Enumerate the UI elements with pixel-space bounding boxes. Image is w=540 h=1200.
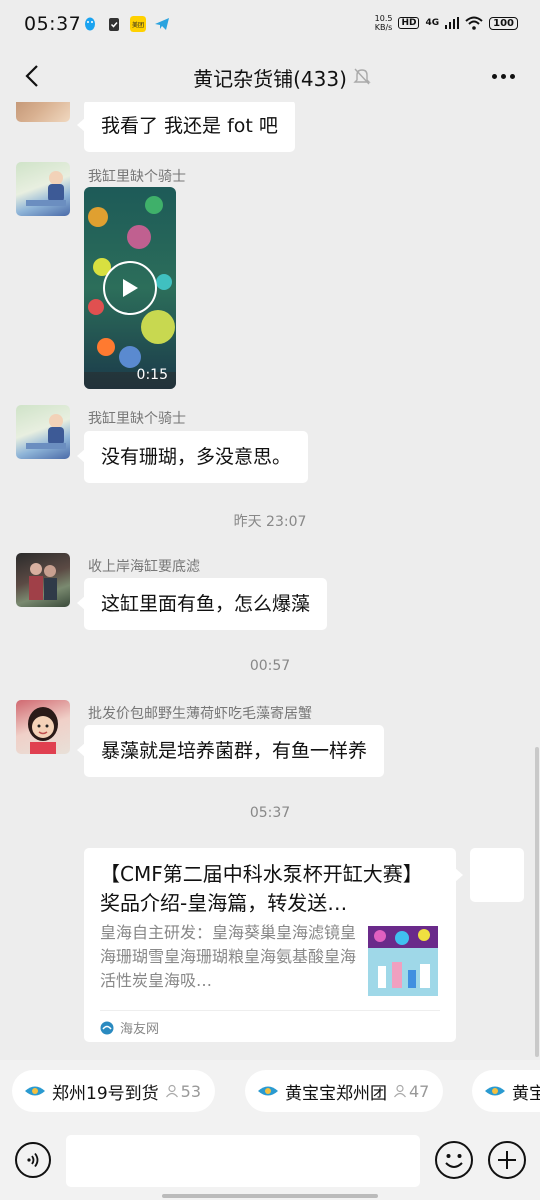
- emoji-button[interactable]: [435, 1141, 473, 1179]
- qq-icon: [85, 17, 95, 31]
- battery-level: 100: [489, 16, 518, 30]
- chat-title[interactable]: 黄记杂货铺(433): [0, 63, 540, 92]
- link-thumbnail: [368, 926, 438, 996]
- chip-member-count: 53: [165, 1082, 201, 1101]
- voice-icon: [27, 1152, 39, 1168]
- source-name: 海友网: [120, 1022, 160, 1037]
- avatar[interactable]: [16, 162, 70, 216]
- scrollbar[interactable]: [535, 747, 539, 1057]
- person-icon: [165, 1084, 178, 1098]
- source-logo-icon: [100, 1021, 114, 1034]
- message-bubble[interactable]: 这缸里面有鱼，怎么爆藻: [76, 578, 328, 630]
- divider: [100, 1010, 440, 1011]
- dot-icon: [500, 73, 506, 79]
- svg-text:美团: 美团: [132, 21, 144, 29]
- chip-member-count: 47: [393, 1082, 429, 1101]
- group-chip[interactable]: 郑州19号到货 53: [12, 1070, 215, 1112]
- message-bubble[interactable]: 我看了 我还是 fot 吧: [77, 102, 295, 152]
- eye-logo-icon: [25, 1086, 45, 1096]
- avatar[interactable]: [16, 700, 70, 754]
- home-indicator[interactable]: [162, 1194, 378, 1198]
- signal-icon: [445, 17, 460, 29]
- voice-button[interactable]: [15, 1142, 51, 1178]
- chat-header: 黄记杂货铺(433): [0, 50, 540, 102]
- link-title: 【CMF第二届中科水泵杯开缸大赛】奖品介绍-皇海篇，转发送…: [100, 862, 423, 915]
- status-bar: 05:37 美团 10.5 KB/s HD 4G 100: [0, 0, 540, 50]
- message-timestamp: 昨天 23:07: [233, 514, 307, 530]
- chip-label: 黄宝宝郑州团: [285, 1083, 387, 1104]
- my-avatar[interactable]: [470, 848, 524, 902]
- chip-label: 黄宝: [512, 1083, 540, 1104]
- more-options-button[interactable]: [488, 64, 518, 88]
- sender-name: 收上岸海缸要底滤: [88, 559, 200, 575]
- avatar[interactable]: [16, 405, 70, 459]
- smiley-icon: [445, 1154, 463, 1168]
- network-type: 4G: [425, 18, 440, 28]
- child-photo: [26, 414, 66, 449]
- sender-name: 批发价包邮野生薄荷虾吃毛藻寄居蟹: [88, 706, 312, 722]
- input-bar: [0, 1122, 540, 1200]
- dot-icon: [509, 73, 515, 79]
- avatar[interactable]: [16, 102, 70, 122]
- message-input[interactable]: [66, 1135, 420, 1187]
- play-icon: [123, 279, 138, 297]
- video-duration: 0:15: [136, 367, 168, 383]
- system-indicators: 10.5 KB/s HD 4G 100: [375, 14, 518, 32]
- message-timestamp: 00:57: [249, 658, 291, 674]
- couple-photo: [29, 563, 57, 600]
- more-actions-button[interactable]: [488, 1141, 526, 1179]
- sender-name: 我缸里缺个骑士: [88, 169, 186, 185]
- eye-logo-icon: [258, 1086, 278, 1096]
- speed-unit: KB/s: [374, 23, 393, 32]
- sender-name: 我缸里缺个骑士: [88, 411, 186, 427]
- child-photo: [26, 171, 66, 206]
- meituan-icon: 美团: [130, 16, 146, 32]
- wifi-icon: [465, 16, 483, 30]
- girl-photo: [28, 707, 58, 754]
- message-list[interactable]: 我看了 我还是 fot 吧 我缸里缺个骑士 0:15 我缸里缺个骑士 没有珊瑚，…: [0, 102, 540, 1060]
- speed-value: 10.5: [374, 14, 393, 23]
- group-chip[interactable]: 黄宝: [472, 1070, 540, 1112]
- group-chip[interactable]: 黄宝宝郑州团 47: [245, 1070, 444, 1112]
- mute-bell-icon: [353, 68, 371, 85]
- plus-icon: [498, 1151, 516, 1169]
- network-speed: 10.5 KB/s: [375, 14, 393, 32]
- play-button[interactable]: [103, 261, 157, 315]
- count-value: 53: [180, 1081, 201, 1101]
- message-timestamp: 05:37: [249, 805, 291, 821]
- clipboard-icon: [109, 18, 119, 31]
- link-card[interactable]: 【CMF第二届中科水泵杯开缸大赛】奖品介绍-皇海篇，转发送… 皇海自主研发：皇海…: [84, 848, 463, 1042]
- avatar[interactable]: [16, 553, 70, 607]
- chip-label: 郑州19号到货: [52, 1083, 159, 1104]
- link-description: 皇海自主研发：皇海葵巢皇海滤镜皇海珊瑚雪皇海珊瑚粮皇海氨基酸皇海活性炭皇海吸…: [100, 923, 357, 990]
- message-bubble[interactable]: 暴藻就是培养菌群，有鱼一样养: [76, 725, 385, 777]
- notification-icons: 美团: [82, 16, 170, 32]
- dot-icon: [491, 73, 497, 79]
- telegram-icon: [155, 18, 169, 30]
- status-time: 05:37: [24, 13, 82, 35]
- message-bubble[interactable]: 没有珊瑚，多没意思。: [76, 431, 309, 483]
- link-source: 海友网: [100, 1018, 159, 1037]
- person-icon: [394, 1084, 406, 1098]
- count-value: 47: [409, 1081, 430, 1101]
- video-message[interactable]: 0:15: [84, 187, 176, 389]
- quick-chip-bar: 郑州19号到货 53 黄宝宝郑州团 47 黄宝: [0, 1060, 540, 1122]
- eye-logo-icon: [485, 1086, 505, 1096]
- hd-badge: HD: [398, 17, 420, 29]
